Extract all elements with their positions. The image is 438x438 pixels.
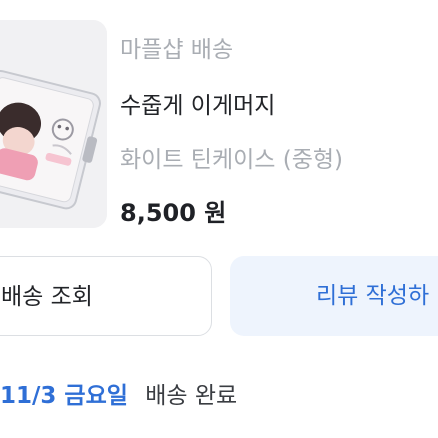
tin-case-image: [0, 20, 107, 228]
product-option: 화이트 틴케이스 (중형): [120, 147, 344, 173]
order-item-card: 마플샵 배송 수줍게 이게머지 화이트 틴케이스 (중형) 8,500 원 배송…: [0, 0, 438, 438]
product-name[interactable]: 수줍게 이게머지: [120, 86, 275, 120]
delivery-status: 11/3 금요일 배송 완료: [0, 376, 237, 410]
write-review-label: 리뷰 작성하: [316, 283, 430, 309]
product-thumbnail[interactable]: [0, 20, 107, 228]
product-price: 8,500 원: [120, 199, 227, 227]
shop-label: 마플샵 배송: [120, 37, 234, 63]
write-review-button[interactable]: 리뷰 작성하: [230, 256, 438, 336]
delivery-status-text: 배송 완료: [145, 383, 238, 409]
track-delivery-button[interactable]: 배송 조회: [0, 256, 212, 336]
delivery-date: 11/3 금요일: [0, 383, 128, 409]
track-delivery-label: 배송 조회: [1, 284, 93, 310]
